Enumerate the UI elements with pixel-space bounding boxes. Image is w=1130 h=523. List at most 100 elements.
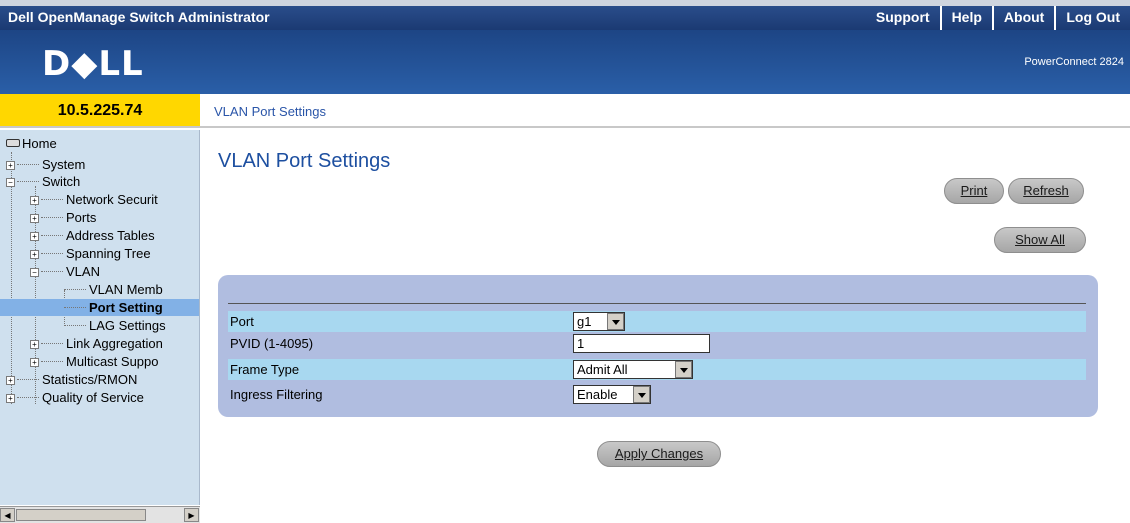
- dropdown-arrow-icon[interactable]: [607, 313, 624, 330]
- port-label: Port: [230, 314, 254, 329]
- tree-connector: [64, 325, 86, 326]
- ingress-filtering-row: Ingress Filtering Enable: [228, 384, 1086, 405]
- tree-connector: [64, 307, 86, 308]
- frame-type-select[interactable]: Admit All: [573, 360, 693, 379]
- frame-type-row: Frame Type Admit All: [228, 359, 1086, 380]
- tree-item-vlan[interactable]: − VLAN: [30, 263, 100, 280]
- tree-item-ports[interactable]: + Ports: [30, 209, 96, 226]
- tree-item-home[interactable]: Home: [6, 135, 57, 152]
- tree-label: System: [42, 157, 86, 172]
- tree-connector: [17, 164, 39, 165]
- tree-item-spanning-tree[interactable]: + Spanning Tree: [30, 245, 151, 262]
- expand-icon[interactable]: +: [6, 394, 15, 403]
- app-title: Dell OpenManage Switch Administrator: [8, 9, 270, 25]
- apply-changes-button[interactable]: Apply Changes: [597, 441, 721, 467]
- tree-label: Spanning Tree: [66, 246, 151, 261]
- help-link[interactable]: Help: [939, 6, 992, 30]
- scroll-right-icon[interactable]: ▶: [184, 508, 199, 522]
- tree-connector: [17, 397, 39, 398]
- expand-icon[interactable]: +: [30, 214, 39, 223]
- frame-type-value: Admit All: [577, 362, 628, 377]
- tree-item-statistics-rmon[interactable]: + Statistics/RMON: [6, 371, 137, 388]
- scroll-thumb[interactable]: [16, 509, 146, 521]
- tree-label: Multicast Suppo: [66, 354, 159, 369]
- home-icon: [6, 139, 20, 147]
- top-links: Support Help About Log Out: [866, 6, 1130, 30]
- nav-tree: Home + System − Switch + Network Securit + P…: [0, 130, 200, 505]
- tree-connector: [41, 199, 63, 200]
- tree-label: Port Setting: [89, 300, 163, 315]
- tree-horizontal-scrollbar[interactable]: ◀ ▶: [0, 506, 200, 523]
- page-title: VLAN Port Settings: [218, 150, 391, 172]
- tree-connector: [41, 217, 63, 218]
- tree-item-vlan-membership[interactable]: VLAN Memb: [64, 281, 163, 298]
- tree-item-multicast-support[interactable]: + Multicast Suppo: [30, 353, 159, 370]
- tree-label: VLAN: [66, 264, 100, 279]
- tree-connector: [41, 253, 63, 254]
- ingress-filtering-select[interactable]: Enable: [573, 385, 651, 404]
- breadcrumb-bar: VLAN Port Settings: [200, 94, 1130, 128]
- expand-icon[interactable]: +: [30, 250, 39, 259]
- pvid-row: PVID (1-4095) 1: [228, 333, 1086, 354]
- pvid-label: PVID (1-4095): [230, 336, 314, 351]
- breadcrumb: VLAN Port Settings: [214, 104, 326, 119]
- print-button[interactable]: Print: [944, 178, 1004, 204]
- tree-connector: [41, 343, 63, 344]
- expand-icon[interactable]: +: [30, 196, 39, 205]
- expand-icon[interactable]: +: [6, 376, 15, 385]
- tree-connector: [64, 289, 86, 290]
- tree-item-network-security[interactable]: + Network Securit: [30, 191, 158, 208]
- tree-connector: [41, 271, 63, 272]
- tree-label: Address Tables: [66, 228, 155, 243]
- port-select[interactable]: g1: [573, 312, 625, 331]
- tree-label: LAG Settings: [89, 318, 166, 333]
- frame-type-label: Frame Type: [230, 362, 300, 377]
- tree-item-lag-settings[interactable]: LAG Settings: [64, 317, 166, 334]
- tree-item-quality-of-service[interactable]: + Quality of Service: [6, 389, 144, 406]
- dropdown-arrow-icon[interactable]: [633, 386, 650, 403]
- tree-label: Statistics/RMON: [42, 372, 138, 387]
- tree-connector: [41, 235, 63, 236]
- device-ip-cell: 10.5.225.74: [0, 94, 200, 128]
- pvid-input[interactable]: 1: [573, 334, 710, 353]
- refresh-button[interactable]: Refresh: [1008, 178, 1084, 204]
- pvid-value: 1: [577, 336, 585, 351]
- dropdown-arrow-icon[interactable]: [675, 361, 692, 378]
- ingress-filtering-label: Ingress Filtering: [230, 387, 323, 402]
- top-bar: Dell OpenManage Switch Administrator Sup…: [0, 0, 1130, 30]
- scroll-left-icon[interactable]: ◀: [0, 508, 15, 522]
- support-link[interactable]: Support: [866, 6, 940, 30]
- tree-item-link-aggregation[interactable]: + Link Aggregation: [30, 335, 163, 352]
- expand-icon[interactable]: +: [30, 232, 39, 241]
- model-name: PowerConnect 2824: [1024, 56, 1124, 68]
- tree-connector: [17, 379, 39, 380]
- tree-item-port-settings[interactable]: Port Setting: [0, 299, 199, 316]
- expand-icon[interactable]: +: [30, 358, 39, 367]
- expand-icon[interactable]: +: [6, 161, 15, 170]
- tree-item-switch[interactable]: − Switch: [6, 173, 80, 190]
- brand-banner: D◆LL PowerConnect 2824: [0, 30, 1130, 94]
- tree-label: Network Securit: [66, 192, 158, 207]
- port-row: Port g1: [228, 311, 1086, 332]
- tree-label: Home: [22, 136, 57, 151]
- tree-item-address-tables[interactable]: + Address Tables: [30, 227, 155, 244]
- expand-icon[interactable]: +: [30, 340, 39, 349]
- tree-label: VLAN Memb: [89, 282, 163, 297]
- tree-connector: [17, 181, 39, 182]
- device-ip: 10.5.225.74: [57, 102, 143, 119]
- tree-label: Link Aggregation: [66, 336, 163, 351]
- panel-divider: [228, 303, 1086, 304]
- port-value: g1: [577, 314, 592, 329]
- ingress-filtering-value: Enable: [577, 387, 618, 402]
- tree-connector: [41, 361, 63, 362]
- about-link[interactable]: About: [991, 6, 1054, 30]
- dell-logo: D◆LL: [42, 44, 144, 84]
- collapse-icon[interactable]: −: [6, 178, 15, 187]
- tree-label: Quality of Service: [42, 390, 144, 405]
- collapse-icon[interactable]: −: [30, 268, 39, 277]
- tree-label: Switch: [42, 174, 81, 189]
- tree-label: Ports: [66, 210, 97, 225]
- logout-link[interactable]: Log Out: [1054, 6, 1130, 30]
- show-all-button[interactable]: Show All: [994, 227, 1086, 253]
- tree-item-system[interactable]: + System: [6, 156, 85, 173]
